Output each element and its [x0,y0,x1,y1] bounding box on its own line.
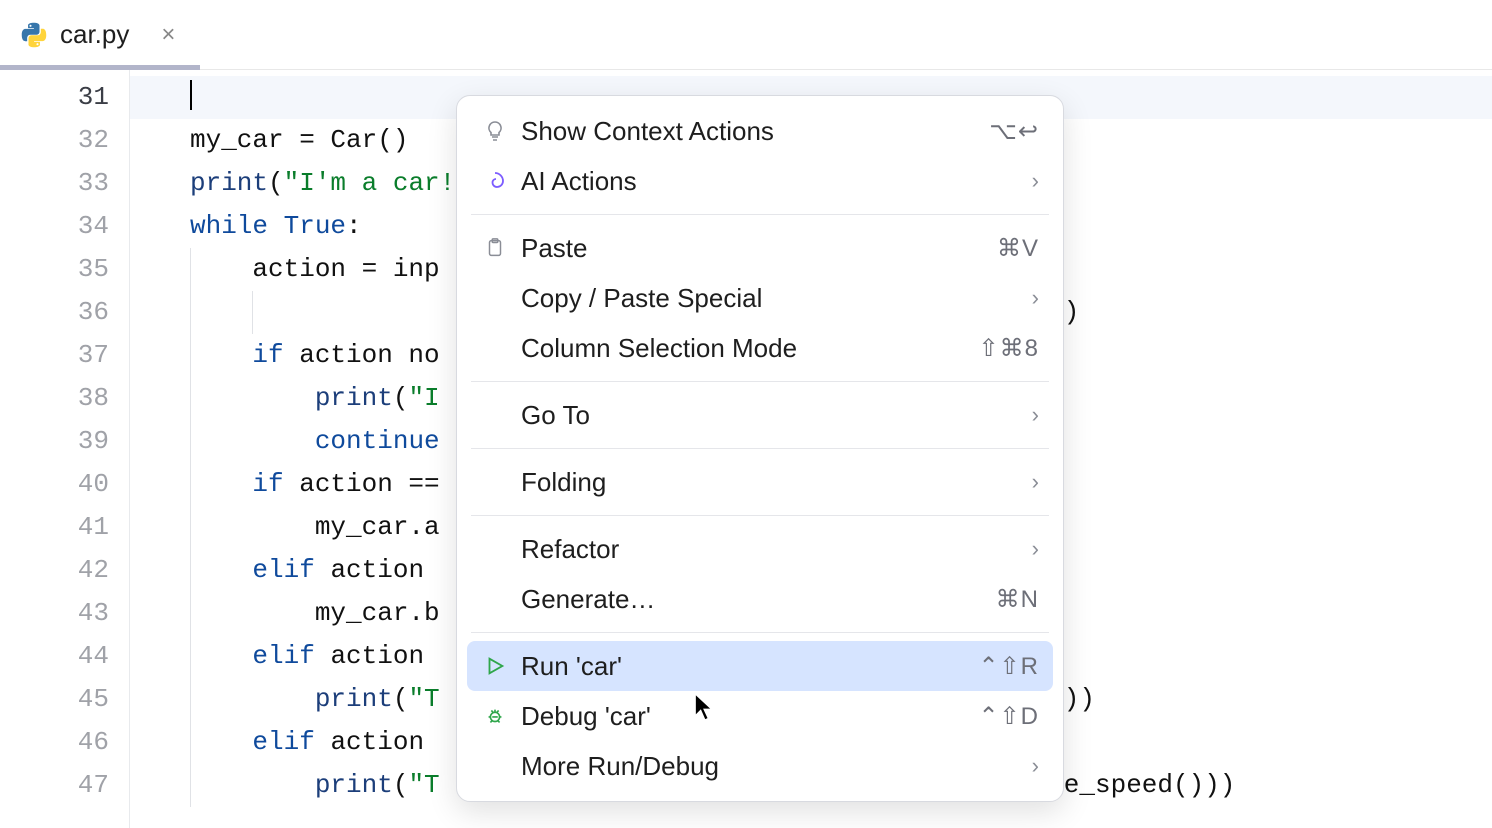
line-number[interactable]: 33 [0,162,109,205]
line-number[interactable]: 41 [0,506,109,549]
line-number[interactable]: 36 [0,291,109,334]
chevron-right-icon: › [1032,285,1039,311]
line-number[interactable]: 38 [0,377,109,420]
gutter: 31 32 33 34 35 36 37 38 39 40 41 42 43 4… [0,70,130,828]
menu-paste[interactable]: Paste ⌘V [467,223,1053,273]
menu-debug[interactable]: Debug 'car' ⌃⇧D [467,691,1053,741]
line-number[interactable]: 45 [0,678,109,721]
line-number[interactable]: 40 [0,463,109,506]
tab-bar: car.py × [0,0,1492,70]
line-number[interactable]: 42 [0,549,109,592]
clipboard-icon [481,234,509,262]
line-number[interactable]: 44 [0,635,109,678]
line-number[interactable]: 46 [0,721,109,764]
line-number[interactable]: 34 [0,205,109,248]
menu-generate[interactable]: Generate… ⌘N [467,574,1053,624]
menu-refactor[interactable]: Refactor › [467,524,1053,574]
chevron-right-icon: › [1032,469,1039,495]
menu-run[interactable]: Run 'car' ⌃⇧R [467,641,1053,691]
menu-separator [471,381,1049,382]
lightbulb-icon [481,117,509,145]
menu-goto[interactable]: Go To › [467,390,1053,440]
line-number[interactable]: 43 [0,592,109,635]
context-menu: Show Context Actions ⌥↩ AI Actions › Pas… [456,95,1064,802]
chevron-right-icon: › [1032,753,1039,779]
menu-more-run-debug[interactable]: More Run/Debug › [467,741,1053,791]
python-icon [20,21,48,49]
line-number[interactable]: 39 [0,420,109,463]
menu-column-selection[interactable]: Column Selection Mode ⇧⌘8 [467,323,1053,373]
line-number[interactable]: 37 [0,334,109,377]
chevron-right-icon: › [1032,402,1039,428]
menu-folding[interactable]: Folding › [467,457,1053,507]
ai-spiral-icon [481,167,509,195]
menu-separator [471,515,1049,516]
cursor-icon [694,693,716,726]
line-number[interactable]: 32 [0,119,109,162]
tab-filename: car.py [60,19,129,50]
line-number[interactable]: 35 [0,248,109,291]
caret [190,80,192,110]
chevron-right-icon: › [1032,168,1039,194]
menu-separator [471,214,1049,215]
line-number[interactable]: 31 [0,76,109,119]
editor-tab[interactable]: car.py × [0,0,195,69]
chevron-right-icon: › [1032,536,1039,562]
close-icon[interactable]: × [161,21,175,49]
menu-separator [471,632,1049,633]
line-number[interactable]: 47 [0,764,109,807]
play-icon [481,652,509,680]
menu-separator [471,448,1049,449]
menu-show-context-actions[interactable]: Show Context Actions ⌥↩ [467,106,1053,156]
bug-icon [481,702,509,730]
menu-ai-actions[interactable]: AI Actions › [467,156,1053,206]
menu-copy-paste-special[interactable]: Copy / Paste Special › [467,273,1053,323]
